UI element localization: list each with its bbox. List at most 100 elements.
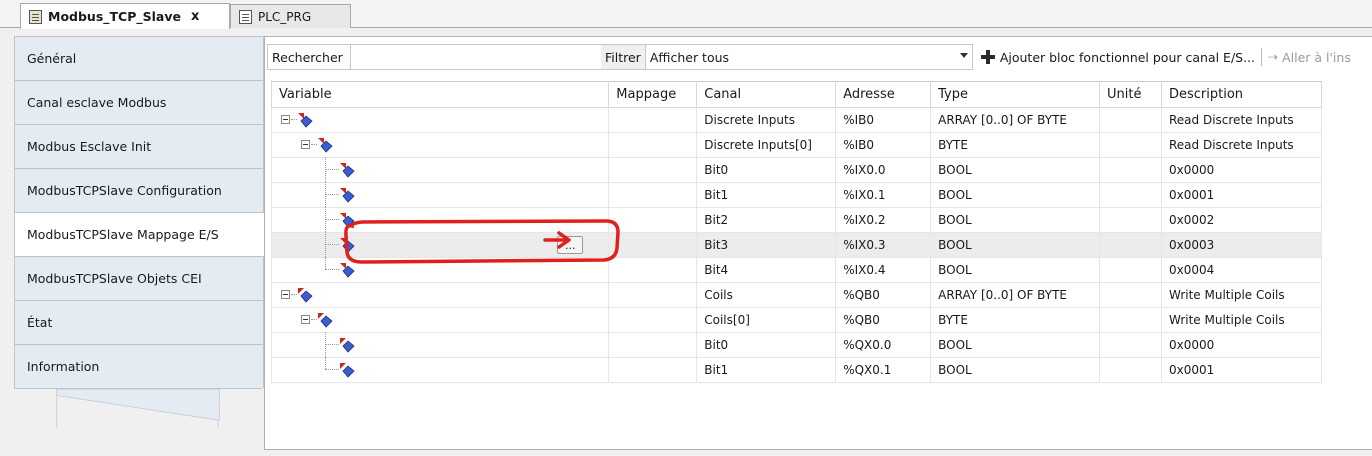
cell-unite[interactable]	[1099, 357, 1162, 383]
cell-type[interactable]: BOOL	[930, 157, 1101, 183]
cell-description[interactable]: Write Multiple Coils	[1161, 282, 1322, 308]
table-row[interactable]: Coils %QB0 ARRAY [0..0] OF BYTE Write Multi…	[270, 282, 1322, 308]
cell-mappage[interactable]	[608, 207, 698, 233]
filter-dropdown[interactable]: Afficher tous	[644, 44, 973, 70]
cell-canal[interactable]: Bit1	[696, 357, 837, 383]
cell-adresse[interactable]: %IX0.1	[835, 182, 932, 208]
cell-variable[interactable]	[270, 132, 610, 158]
cell-description[interactable]: 0x0002	[1161, 207, 1322, 233]
cell-variable[interactable]	[270, 307, 610, 333]
cell-variable[interactable]	[270, 257, 610, 283]
cell-canal[interactable]: Bit4	[696, 257, 837, 283]
cell-variable[interactable]	[270, 282, 610, 308]
cell-variable[interactable]	[270, 182, 610, 208]
cell-type[interactable]: BOOL	[930, 182, 1101, 208]
variable-browse-button[interactable]: ...	[557, 236, 584, 254]
chevron-down-icon[interactable]	[959, 53, 968, 58]
cell-adresse[interactable]: %QB0	[835, 282, 932, 308]
cell-variable[interactable]	[270, 107, 610, 133]
cell-canal[interactable]: Bit0	[696, 332, 837, 358]
column-header-adresse[interactable]: Adresse	[835, 81, 932, 108]
cell-canal[interactable]: Bit0	[696, 157, 837, 183]
cell-adresse[interactable]: %IX0.3	[835, 232, 932, 258]
cell-mappage[interactable]	[608, 132, 698, 158]
table-row[interactable]: ... Bit3 %IX0.3 BOOL 0x0003	[270, 232, 1322, 258]
cell-unite[interactable]	[1099, 107, 1162, 133]
goto-instance-button[interactable]: ⇢ Aller à l'ins	[1268, 50, 1351, 65]
cell-variable[interactable]	[270, 357, 610, 383]
cell-adresse[interactable]: %IX0.4	[835, 257, 932, 283]
cell-canal[interactable]: Coils[0]	[696, 307, 837, 333]
cell-description[interactable]: 0x0004	[1161, 257, 1322, 283]
sidebar-item-general[interactable]: Général	[14, 36, 264, 80]
column-header-canal[interactable]: Canal	[696, 81, 837, 108]
cell-mappage[interactable]	[608, 282, 698, 308]
add-function-block-button[interactable]: Ajouter bloc fonctionnel pour canal E/S.…	[973, 44, 1255, 70]
sidebar-item-canal-esclave[interactable]: Canal esclave Modbus	[14, 80, 264, 124]
cell-unite[interactable]	[1099, 232, 1162, 258]
cell-variable[interactable]: ...	[270, 232, 610, 258]
cell-canal[interactable]: Coils	[696, 282, 837, 308]
sidebar-item-information[interactable]: Information	[14, 344, 264, 388]
cell-adresse[interactable]: %QX0.0	[835, 332, 932, 358]
collapse-icon[interactable]	[281, 290, 290, 299]
search-field[interactable]: Rechercher	[267, 44, 351, 70]
tab-modbus-tcp-slave[interactable]: Modbus_TCP_Slave x	[20, 3, 230, 29]
table-row[interactable]: Bit4 %IX0.4 BOOL 0x0004	[270, 257, 1322, 283]
cell-adresse[interactable]: %IX0.2	[835, 207, 932, 233]
cell-description[interactable]: 0x0000	[1161, 157, 1322, 183]
collapse-icon[interactable]	[281, 115, 290, 124]
cell-unite[interactable]	[1099, 207, 1162, 233]
cell-canal[interactable]: Discrete Inputs[0]	[696, 132, 837, 158]
cell-unite[interactable]	[1099, 257, 1162, 283]
table-row[interactable]: Bit2 %IX0.2 BOOL 0x0002	[270, 207, 1322, 233]
sidebar-item-esclave-init[interactable]: Modbus Esclave Init	[14, 124, 264, 168]
cell-variable[interactable]	[270, 332, 610, 358]
table-row[interactable]: Bit1 %IX0.1 BOOL 0x0001	[270, 182, 1322, 208]
cell-unite[interactable]	[1099, 282, 1162, 308]
column-header-type[interactable]: Type	[930, 81, 1101, 108]
column-header-variable[interactable]: Variable	[270, 81, 610, 108]
column-header-unite[interactable]: Unité	[1099, 81, 1162, 108]
cell-type[interactable]: BOOL	[930, 357, 1101, 383]
cell-type[interactable]: ARRAY [0..0] OF BYTE	[930, 107, 1101, 133]
table-row[interactable]: Discrete Inputs %IB0 ARRAY [0..0] OF BYTE R…	[270, 107, 1322, 133]
cell-description[interactable]: Read Discrete Inputs	[1161, 132, 1322, 158]
table-row[interactable]: Bit1 %QX0.1 BOOL 0x0001	[270, 357, 1322, 383]
collapse-icon[interactable]	[301, 315, 310, 324]
cell-description[interactable]: Read Discrete Inputs	[1161, 107, 1322, 133]
cell-adresse[interactable]: %IX0.0	[835, 157, 932, 183]
tab-plc-prg[interactable]: PLC_PRG	[230, 4, 351, 28]
cell-type[interactable]: BYTE	[930, 132, 1101, 158]
cell-adresse[interactable]: %IB0	[835, 132, 932, 158]
cell-unite[interactable]	[1099, 132, 1162, 158]
cell-type[interactable]: BOOL	[930, 232, 1101, 258]
sidebar-item-iec-objects[interactable]: ModbusTCPSlave Objets CEI	[14, 256, 264, 300]
cell-description[interactable]: Write Multiple Coils	[1161, 307, 1322, 333]
sidebar-item-io-mapping[interactable]: ModbusTCPSlave Mappage E/S	[14, 212, 266, 256]
cell-type[interactable]: BOOL	[930, 207, 1101, 233]
close-icon[interactable]: x	[191, 9, 199, 24]
cell-mappage[interactable]	[608, 357, 698, 383]
cell-mappage[interactable]	[608, 307, 698, 333]
cell-mappage[interactable]	[608, 257, 698, 283]
column-header-description[interactable]: Description	[1161, 81, 1322, 108]
cell-description[interactable]: 0x0001	[1161, 182, 1322, 208]
cell-adresse[interactable]: %QB0	[835, 307, 932, 333]
cell-mappage[interactable]	[608, 182, 698, 208]
cell-unite[interactable]	[1099, 332, 1162, 358]
cell-unite[interactable]	[1099, 157, 1162, 183]
table-row[interactable]: Coils[0] %QB0 BYTE Write Multiple Coils	[270, 307, 1322, 333]
table-row[interactable]: Discrete Inputs[0] %IB0 BYTE Read Discrete …	[270, 132, 1322, 158]
cell-variable[interactable]	[270, 157, 610, 183]
sidebar-item-configuration[interactable]: ModbusTCPSlave Configuration	[14, 168, 264, 212]
search-input[interactable]	[351, 44, 601, 70]
cell-description[interactable]: 0x0001	[1161, 357, 1322, 383]
cell-mappage[interactable]	[608, 157, 698, 183]
sidebar-item-status[interactable]: État	[14, 300, 264, 344]
cell-description[interactable]: 0x0003	[1161, 232, 1322, 258]
column-header-mappage[interactable]: Mappage	[608, 81, 698, 108]
cell-canal[interactable]: Bit3	[696, 232, 837, 258]
cell-unite[interactable]	[1099, 182, 1162, 208]
cell-canal[interactable]: Discrete Inputs	[696, 107, 837, 133]
